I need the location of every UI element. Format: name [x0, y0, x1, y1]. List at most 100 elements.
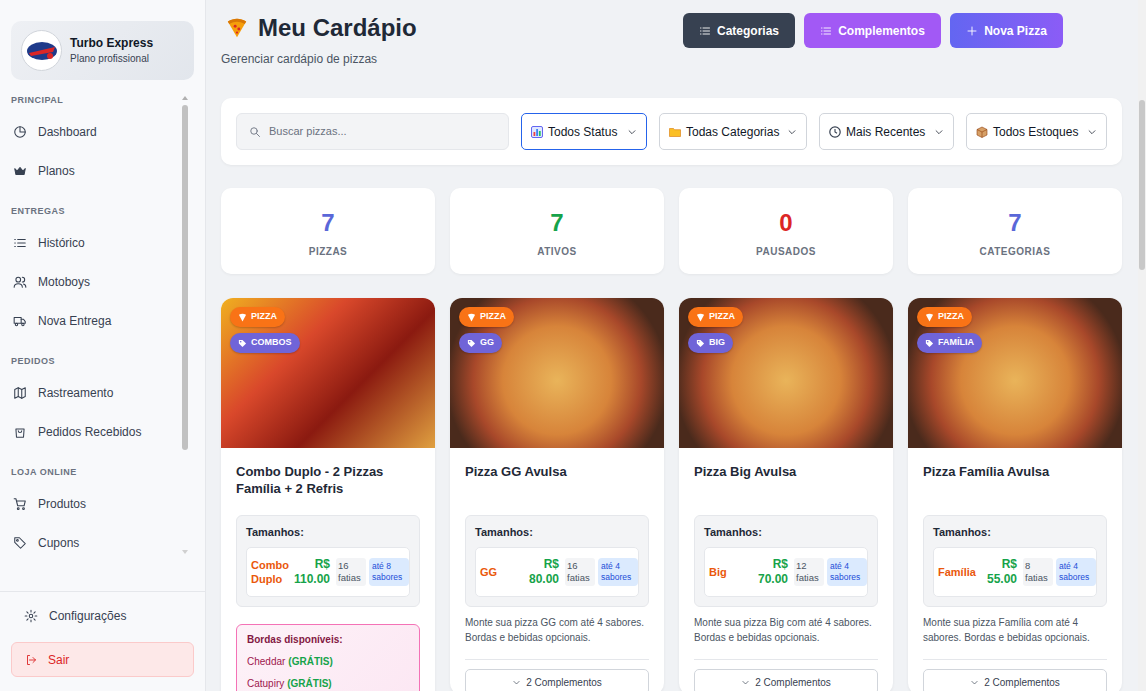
bag-icon — [13, 425, 27, 439]
filter-bar: Todos Status Todas Categorias Mais Recente… — [221, 98, 1122, 165]
sidebar-item[interactable]: Produtos — [11, 484, 170, 523]
border-item: Cheddar(GRÁTIS) — [247, 655, 409, 669]
header-button[interactable]: Complementos — [804, 13, 941, 48]
pizza-icon — [467, 313, 476, 322]
box-icon — [976, 126, 988, 138]
plus-icon — [966, 25, 978, 37]
pizza-title: Pizza GG Avulsa — [465, 463, 649, 507]
brand-card[interactable]: Turbo ExpressPlano profissional — [11, 21, 194, 80]
category-badge: PIZZA — [688, 307, 743, 327]
sidebar-item[interactable]: Pedidos Recebidos — [11, 412, 170, 451]
category-badge: PIZZA — [917, 307, 972, 327]
section-title: LOJA ONLINE — [11, 462, 170, 484]
pizza-photo: PIZZA BIG — [679, 298, 893, 448]
stat-card: 7PIZZAS — [221, 188, 435, 274]
stat-card: 7CATEGORIAS — [908, 188, 1122, 274]
search-field[interactable] — [236, 113, 509, 150]
pizza-card[interactable]: PIZZA FAMÍLIA Pizza Família Avulsa Tamanhos… — [908, 298, 1122, 691]
tag-icon — [696, 339, 705, 348]
filter-select[interactable]: Todos Estoques — [966, 113, 1107, 150]
crown-icon — [13, 164, 27, 178]
category-badge: BIG — [688, 333, 733, 353]
sidebar-nav: PRINCIPALDashboardPlanosENTREGASHistóric… — [0, 90, 181, 591]
stat-card: 0PAUSADOS — [679, 188, 893, 274]
tag-icon — [238, 339, 247, 348]
pizza-photo: PIZZACOMBOS — [221, 298, 435, 448]
header-button[interactable]: Nova Pizza — [950, 13, 1063, 48]
pizza-description: Monte sua pizza GG com até 4 sabores. Bo… — [465, 615, 649, 645]
brand-name: Turbo Express — [70, 35, 153, 51]
category-badge: FAMÍLIA — [917, 333, 982, 353]
sidebar-item[interactable]: Motoboys — [11, 262, 170, 301]
complements-button[interactable]: 2 Complementos — [465, 669, 649, 691]
search-input[interactable] — [269, 123, 496, 140]
pizza-icon — [226, 17, 248, 39]
logout-icon — [25, 654, 37, 666]
page-title: Meu Cardápio — [258, 13, 417, 43]
pizza-icon — [238, 313, 247, 322]
chart-icon — [531, 126, 543, 138]
cart-icon — [13, 497, 27, 511]
search-icon — [249, 126, 261, 138]
filter-select[interactable]: Todas Categorias — [659, 113, 807, 150]
chevron-down-icon — [787, 127, 797, 137]
sidebar-item[interactable]: Histórico — [11, 223, 170, 262]
pizza-description: Monte sua pizza Big com até 4 sabores. B… — [694, 615, 878, 645]
sidebar-item[interactable]: Rastreamento — [11, 373, 170, 412]
page-subtitle: Gerenciar cardápio de pizzas — [221, 51, 417, 67]
chevron-down-icon — [512, 678, 521, 687]
size-row: FamíliaR$ 55.008 fatiasaté 4 sabores — [933, 547, 1097, 597]
border-item: Catupiry(GRÁTIS) — [247, 677, 409, 691]
filter-select[interactable]: Mais Recentes — [819, 113, 954, 150]
pizza-card[interactable]: PIZZA BIG Pizza Big Avulsa Tamanhos:BigR$ 7… — [679, 298, 893, 691]
sidebar-item[interactable]: Cupons — [11, 523, 170, 562]
complements-button[interactable]: 2 Complementos — [923, 669, 1107, 691]
section-title: PEDIDOS — [11, 351, 170, 373]
size-row: Combo DuploR$ 110.0016 fatiasaté 8 sabor… — [246, 547, 410, 597]
borders-box: Bordas disponíveis:Cheddar(GRÁTIS)Catupi… — [236, 624, 420, 691]
category-badge: GG — [459, 333, 502, 353]
chevron-down-icon — [741, 678, 750, 687]
settings-item[interactable]: Configurações — [11, 596, 194, 635]
sizes-box: Tamanhos:BigR$ 70.0012 fatiasaté 4 sabor… — [694, 515, 878, 607]
sizes-box: Tamanhos:Combo DuploR$ 110.0016 fatiasat… — [236, 515, 420, 607]
list-icon — [699, 25, 711, 37]
chevron-down-icon — [970, 678, 979, 687]
sizes-box: Tamanhos:FamíliaR$ 55.008 fatiasaté 4 sa… — [923, 515, 1107, 607]
users-icon — [13, 275, 27, 289]
logout-button[interactable]: Sair — [11, 642, 194, 677]
dashboard-icon — [13, 125, 27, 139]
pizza-title: Combo Duplo - 2 Pizzas Família + 2 Refri… — [236, 463, 420, 507]
sidebar-item[interactable]: Planos — [11, 151, 170, 190]
tag-icon — [13, 536, 27, 550]
chevron-down-icon — [1087, 127, 1097, 137]
pizza-title: Pizza Família Avulsa — [923, 463, 1107, 507]
clock-icon — [829, 126, 841, 138]
category-badge: COMBOS — [230, 333, 300, 353]
pizza-description: Monte sua pizza Família com até 4 sabore… — [923, 615, 1107, 645]
sidebar-scrollbar[interactable] — [181, 90, 189, 591]
sizes-box: Tamanhos:GGR$ 80.0016 fatiasaté 4 sabore… — [465, 515, 649, 607]
pizza-card[interactable]: PIZZA GG Pizza GG Avulsa Tamanhos:GGR$ 80.0… — [450, 298, 664, 691]
category-badge: PIZZA — [459, 307, 514, 327]
header-button[interactable]: Categorias — [683, 13, 795, 48]
gear-icon — [24, 609, 38, 623]
size-row: BigR$ 70.0012 fatiasaté 4 sabores — [704, 547, 868, 597]
pizza-photo: PIZZA FAMÍLIA — [908, 298, 1122, 448]
section-title: PRINCIPAL — [11, 90, 170, 112]
pizza-card[interactable]: PIZZACOMBOS Combo Duplo - 2 Pizzas Famíli… — [221, 298, 435, 691]
chevron-down-icon — [934, 127, 944, 137]
main-content: Meu Cardápio Gerenciar cardápio de pizzas… — [206, 0, 1146, 691]
complements-button[interactable]: 2 Complementos — [694, 669, 878, 691]
brand-plan: Plano profissional — [70, 51, 153, 67]
sidebar-item[interactable]: Dashboard — [11, 112, 170, 151]
pizza-title: Pizza Big Avulsa — [694, 463, 878, 507]
pizza-photo: PIZZA GG — [450, 298, 664, 448]
list-icon — [820, 25, 832, 37]
logo-icon — [21, 30, 62, 71]
main-scrollbar[interactable] — [1138, 0, 1146, 691]
sidebar-item[interactable]: Nova Entrega — [11, 301, 170, 340]
filter-select[interactable]: Todos Status — [521, 113, 647, 150]
tag-icon — [467, 339, 476, 348]
chevron-down-icon — [627, 127, 637, 137]
